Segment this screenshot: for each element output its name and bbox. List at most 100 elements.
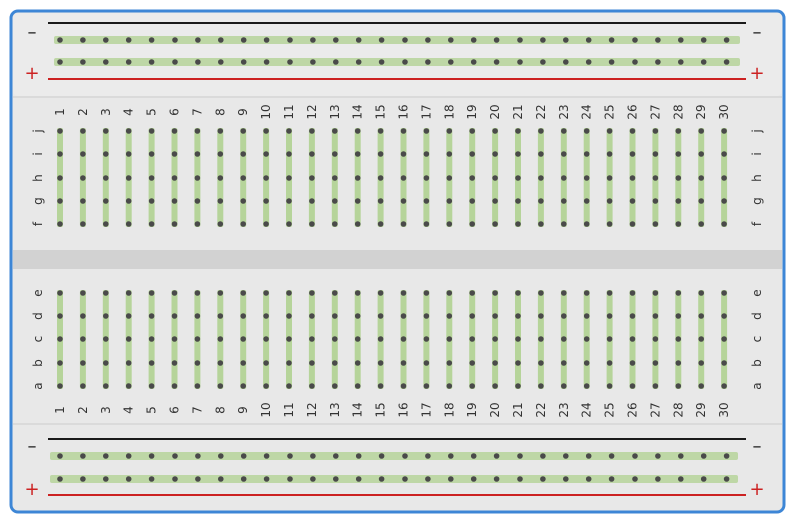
breadboard-hole[interactable] — [148, 360, 155, 366]
breadboard-hole[interactable] — [309, 151, 315, 157]
rail-hole[interactable] — [218, 37, 224, 43]
breadboard-hole[interactable] — [125, 336, 132, 342]
breadboard-hole[interactable] — [469, 383, 476, 389]
breadboard-hole[interactable] — [492, 360, 498, 366]
breadboard-hole[interactable] — [446, 221, 453, 227]
breadboard-hole[interactable] — [217, 128, 224, 134]
breadboard-hole[interactable] — [57, 151, 63, 157]
rail-hole[interactable] — [103, 59, 109, 65]
breadboard-hole[interactable] — [675, 383, 682, 389]
breadboard-hole[interactable] — [263, 128, 269, 134]
breadboard-hole[interactable] — [538, 128, 544, 134]
breadboard-hole[interactable] — [492, 221, 498, 227]
breadboard-hole[interactable] — [125, 360, 132, 366]
breadboard-hole[interactable] — [354, 175, 361, 181]
breadboard-hole[interactable] — [354, 151, 361, 157]
breadboard-hole[interactable] — [148, 198, 155, 204]
breadboard-hole[interactable] — [561, 175, 567, 181]
rail-hole[interactable] — [632, 37, 638, 43]
breadboard-hole[interactable] — [469, 175, 476, 181]
breadboard-hole[interactable] — [80, 151, 86, 157]
breadboard-hole[interactable] — [286, 290, 292, 296]
rail-hole[interactable] — [148, 476, 155, 482]
rail-hole[interactable] — [678, 476, 684, 482]
breadboard-hole[interactable] — [217, 383, 224, 389]
breadboard-hole[interactable] — [148, 151, 155, 157]
breadboard-hole[interactable] — [263, 198, 269, 204]
breadboard-hole[interactable] — [583, 198, 590, 204]
breadboard-hole[interactable] — [57, 336, 63, 342]
rail-hole[interactable] — [470, 476, 477, 482]
rail-hole[interactable] — [172, 59, 178, 65]
breadboard-hole[interactable] — [698, 221, 704, 227]
breadboard-hole[interactable] — [309, 198, 315, 204]
breadboard-hole[interactable] — [721, 221, 727, 227]
rail-hole[interactable] — [493, 37, 500, 43]
breadboard-hole[interactable] — [377, 383, 384, 389]
rail-hole[interactable] — [585, 476, 592, 482]
breadboard-hole[interactable] — [400, 128, 407, 134]
rail-hole[interactable] — [608, 59, 615, 65]
breadboard-hole[interactable] — [217, 313, 224, 319]
breadboard-hole[interactable] — [423, 128, 430, 134]
rail-hole[interactable] — [655, 59, 661, 65]
breadboard-hole[interactable] — [423, 221, 430, 227]
rail-hole[interactable] — [80, 476, 86, 482]
rail-hole[interactable] — [195, 59, 201, 65]
breadboard-hole[interactable] — [240, 151, 246, 157]
breadboard-hole[interactable] — [171, 175, 178, 181]
rail-hole[interactable] — [608, 476, 615, 482]
breadboard-hole[interactable] — [492, 175, 498, 181]
rail-hole[interactable] — [333, 453, 339, 459]
breadboard-hole[interactable] — [446, 336, 453, 342]
rail-hole[interactable] — [655, 476, 661, 482]
breadboard-hole[interactable] — [675, 128, 682, 134]
breadboard-hole[interactable] — [286, 128, 292, 134]
rail-hole[interactable] — [172, 476, 178, 482]
rail-hole[interactable] — [632, 453, 638, 459]
rail-hole[interactable] — [218, 453, 224, 459]
breadboard-hole[interactable] — [469, 360, 476, 366]
breadboard-hole[interactable] — [721, 198, 727, 204]
breadboard-hole[interactable] — [583, 151, 590, 157]
breadboard-hole[interactable] — [492, 198, 498, 204]
breadboard-hole[interactable] — [583, 290, 590, 296]
breadboard-hole[interactable] — [561, 221, 567, 227]
breadboard-hole[interactable] — [698, 175, 704, 181]
rail-hole[interactable] — [218, 59, 224, 65]
rail-hole[interactable] — [263, 59, 270, 65]
breadboard-hole[interactable] — [446, 175, 453, 181]
rail-hole[interactable] — [333, 59, 339, 65]
rail-hole[interactable] — [700, 37, 707, 43]
breadboard-hole[interactable] — [148, 313, 155, 319]
breadboard-hole[interactable] — [171, 221, 178, 227]
breadboard-hole[interactable] — [125, 198, 132, 204]
rail-hole[interactable] — [57, 37, 63, 43]
rail-hole[interactable] — [125, 59, 132, 65]
rail-hole[interactable] — [378, 37, 385, 43]
breadboard-hole[interactable] — [538, 198, 544, 204]
breadboard-hole[interactable] — [148, 290, 155, 296]
breadboard-hole[interactable] — [103, 128, 109, 134]
breadboard-hole[interactable] — [309, 128, 315, 134]
breadboard-hole[interactable] — [561, 151, 567, 157]
rail-hole[interactable] — [287, 37, 293, 43]
breadboard-hole[interactable] — [423, 360, 430, 366]
breadboard-hole[interactable] — [469, 198, 476, 204]
rail-hole[interactable] — [310, 453, 316, 459]
rail-hole[interactable] — [723, 453, 730, 459]
breadboard-hole[interactable] — [309, 336, 315, 342]
rail-hole[interactable] — [517, 453, 523, 459]
rail-hole[interactable] — [563, 59, 569, 65]
rail-hole[interactable] — [448, 37, 454, 43]
rail-hole[interactable] — [378, 453, 385, 459]
breadboard-hole[interactable] — [469, 221, 476, 227]
breadboard-hole[interactable] — [698, 383, 704, 389]
breadboard-hole[interactable] — [332, 128, 338, 134]
rail-hole[interactable] — [80, 59, 86, 65]
breadboard-hole[interactable] — [194, 151, 201, 157]
breadboard-hole[interactable] — [561, 128, 567, 134]
breadboard-hole[interactable] — [80, 175, 86, 181]
breadboard-hole[interactable] — [148, 336, 155, 342]
rail-hole[interactable] — [125, 476, 132, 482]
